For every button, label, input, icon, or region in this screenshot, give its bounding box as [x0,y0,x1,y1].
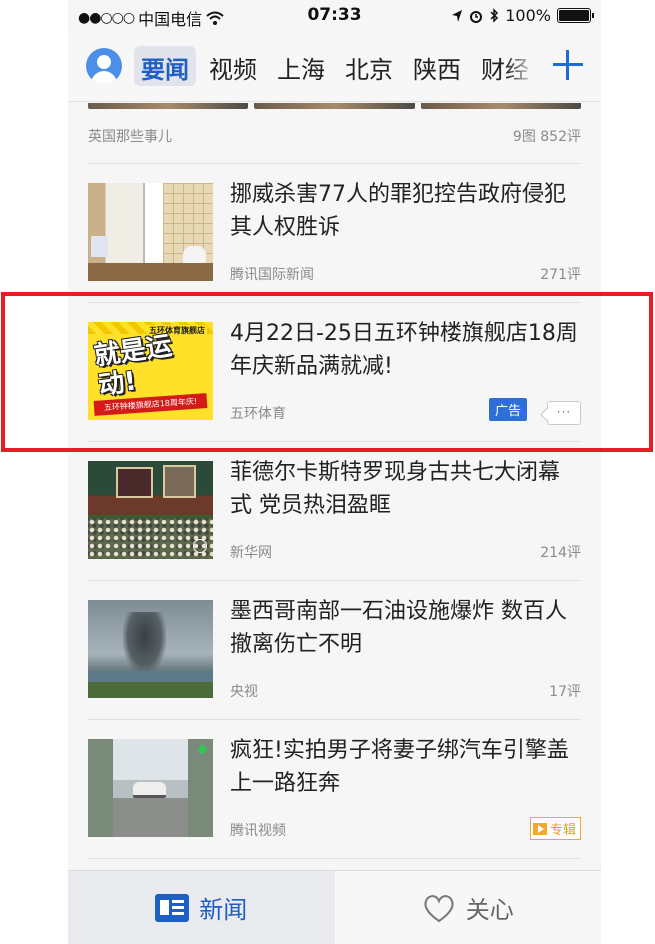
ad-title: 4月22日-25日五环钟楼旗舰店18周年庆新品满就减! [230,321,578,379]
channel-nav: 要闻 视频 上海 北京 陕西 财经 [68,32,601,102]
user-avatar-icon[interactable] [86,48,122,84]
news-icon [155,893,190,922]
tab-yaowen[interactable]: 要闻 [134,46,196,86]
bluetooth-icon [490,8,499,23]
location-icon [452,9,463,22]
news-title: 墨西哥南部一石油设施爆炸 数百人撤离伤亡不明 [230,599,567,657]
tab-shaanxi[interactable]: 陕西 [406,46,468,86]
more-options-button[interactable]: ··· [547,401,581,425]
channel-tabs: 要闻 视频 上海 北京 陕西 财经 [134,46,536,86]
video-thumbnail [88,739,213,837]
news-item[interactable]: 挪威杀害77人的罪犯控告政府侵犯其人权胜诉 腾讯国际新闻 271评 [88,164,581,303]
bottom-tab-follow-label: 关心 [465,896,514,924]
tab-shanghai[interactable]: 上海 [270,46,332,86]
news-item[interactable]: 菲德尔卡斯特罗现身古共七大闭幕式 党员热泪盈眶 新华网 214评 [88,442,581,581]
news-thumbnail [88,461,213,559]
ad-thumb-slogan: 就是运动! [92,331,174,402]
live-dot-icon [198,745,207,754]
tabs-fade [505,44,545,88]
news-source: 英国那些事儿 [88,129,172,145]
news-source: 新华网 [230,545,272,561]
gallery-icon [193,539,207,553]
heart-icon [424,894,454,922]
ad-badge: 广告 [488,398,527,421]
special-label: 专辑 [549,823,576,838]
news-thumbnail [88,183,213,281]
comment-count: 214评 [540,545,581,561]
ad-source: 五环体育 [230,406,286,422]
special-collection-badge[interactable]: 专辑 [529,817,581,840]
previous-item-images [68,103,601,112]
news-source: 腾讯视频 [230,823,286,839]
tab-video[interactable]: 视频 [202,46,264,86]
tab-beijing[interactable]: 北京 [338,46,400,86]
bottom-tab-news[interactable]: 新闻 [68,871,335,944]
battery-icon [557,8,594,23]
phone-screen: ●●○○○ 中国电信 07:33 100% 要闻 视频 上海 北京 陕西 财经 [68,0,601,944]
ad-thumbnail: 五环体育旗舰店 就是运动! 五环钟楼旗舰店18周年庆! [88,322,213,420]
battery-percent: 100% [505,6,551,25]
news-title: 挪威杀害77人的罪犯控告政府侵犯其人权胜诉 [230,182,566,240]
bottom-tab-bar: 新闻 关心 [68,870,601,944]
bottom-tab-follow[interactable]: 关心 [335,871,602,944]
news-source: 腾讯国际新闻 [230,267,314,283]
news-feed: 英国那些事儿 9图 852评 挪威杀害77人的罪犯控告政府侵犯其人权胜诉 腾讯国… [68,103,601,859]
plus-icon[interactable] [549,46,587,84]
status-bar: ●●○○○ 中国电信 07:33 100% [68,0,601,32]
news-title: 疯狂!实拍男子将妻子绑汽车引擎盖上一路狂奔 [230,738,569,796]
previous-item-meta[interactable]: 英国那些事儿 9图 852评 [88,112,581,164]
image-comment-count: 9图 852评 [512,129,581,145]
bottom-tab-news-label: 新闻 [199,896,248,924]
comment-count: 17评 [549,684,581,700]
news-source: 央视 [230,684,258,700]
video-item[interactable]: 疯狂!实拍男子将妻子绑汽车引擎盖上一路狂奔 腾讯视频 专辑 [88,720,581,859]
alarm-icon [470,10,483,23]
video-play-icon [532,822,547,835]
news-thumbnail [88,600,213,698]
comment-count: 271评 [540,267,581,283]
news-item[interactable]: 墨西哥南部一石油设施爆炸 数百人撤离伤亡不明 央视 17评 [88,581,581,720]
news-title: 菲德尔卡斯特罗现身古共七大闭幕式 党员热泪盈眶 [230,460,561,518]
ad-item[interactable]: 五环体育旗舰店 就是运动! 五环钟楼旗舰店18周年庆! 4月22日-25日五环钟… [88,303,581,442]
